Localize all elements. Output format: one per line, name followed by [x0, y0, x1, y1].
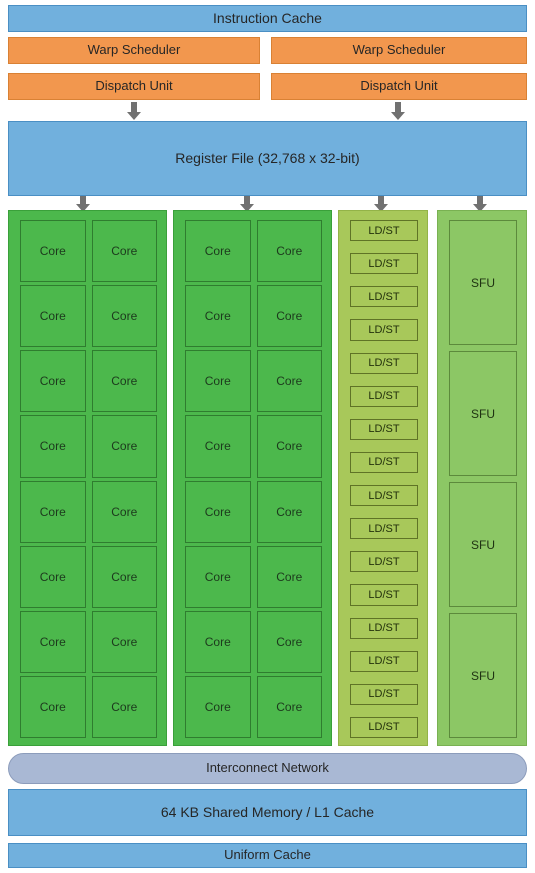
core-unit: Core — [185, 220, 251, 283]
core-unit: Core — [256, 220, 322, 283]
ldst-unit: LD/ST — [350, 485, 418, 507]
ldst-unit: LD/ST — [350, 385, 418, 407]
core-unit: Core — [91, 675, 157, 738]
ldst-unit: LD/ST — [350, 551, 418, 573]
core-unit: Core — [256, 675, 322, 738]
ldst-unit: LD/ST — [350, 518, 418, 540]
core-unit: Core — [20, 285, 86, 348]
core-unit: Core — [91, 610, 157, 673]
core-unit: Core — [91, 545, 157, 608]
dispatch-unit-right: Dispatch Unit — [271, 73, 527, 100]
core-unit: Core — [256, 285, 322, 348]
core-unit: Core — [256, 610, 322, 673]
core-unit: Core — [20, 545, 86, 608]
core-unit: Core — [91, 415, 157, 478]
sfu-unit: SFU — [449, 482, 517, 607]
sfu-unit: SFU — [449, 613, 517, 738]
ldst-unit: LD/ST — [350, 716, 418, 738]
core-unit: Core — [91, 480, 157, 543]
ldst-unit: LD/ST — [350, 418, 418, 440]
ldst-unit: LD/ST — [350, 319, 418, 341]
core-unit: Core — [20, 415, 86, 478]
core-unit: Core — [20, 350, 86, 413]
core-unit: Core — [20, 220, 86, 283]
dispatch-unit-left: Dispatch Unit — [8, 73, 260, 100]
ldst-unit: LD/ST — [350, 286, 418, 308]
ldst-unit: LD/ST — [350, 253, 418, 275]
core-unit: Core — [256, 415, 322, 478]
core-unit: Core — [20, 610, 86, 673]
core-unit: Core — [256, 350, 322, 413]
arrow-dispatch-right-to-register-file — [391, 102, 405, 120]
core-unit: Core — [185, 415, 251, 478]
core-unit: Core — [256, 480, 322, 543]
ldst-unit: LD/ST — [350, 617, 418, 639]
uniform-cache-block: Uniform Cache — [8, 843, 527, 868]
core-unit: Core — [185, 675, 251, 738]
core-unit: Core — [185, 545, 251, 608]
arrow-dispatch-left-to-register-file — [127, 102, 141, 120]
core-unit: Core — [256, 545, 322, 608]
core-group-2-panel: Core Core Core Core Core Core Core Core Core Core… — [173, 210, 332, 746]
core-group-1-panel: Core Core Core Core Core Core Core Core Core Core… — [8, 210, 167, 746]
ldst-unit: LD/ST — [350, 650, 418, 672]
ldst-unit: LD/ST — [350, 451, 418, 473]
ldst-unit: LD/ST — [350, 352, 418, 374]
sfu-unit: SFU — [449, 351, 517, 476]
core-unit: Core — [185, 480, 251, 543]
warp-scheduler-left: Warp Scheduler — [8, 37, 260, 64]
ldst-unit: LD/ST — [350, 220, 418, 242]
core-unit: Core — [20, 480, 86, 543]
core-unit: Core — [185, 285, 251, 348]
instruction-cache-block: Instruction Cache — [8, 5, 527, 32]
sfu-unit: SFU — [449, 220, 517, 345]
core-unit: Core — [91, 220, 157, 283]
streaming-multiprocessor-diagram: Instruction Cache Warp Scheduler Warp Sc… — [0, 0, 535, 873]
register-file-block: Register File (32,768 x 32-bit) — [8, 121, 527, 196]
core-unit: Core — [185, 610, 251, 673]
shared-memory-l1-cache-block: 64 KB Shared Memory / L1 Cache — [8, 789, 527, 836]
ldst-unit: LD/ST — [350, 584, 418, 606]
ldst-unit: LD/ST — [350, 683, 418, 705]
core-unit: Core — [91, 350, 157, 413]
core-unit: Core — [185, 350, 251, 413]
core-unit: Core — [20, 675, 86, 738]
core-unit: Core — [91, 285, 157, 348]
warp-scheduler-right: Warp Scheduler — [271, 37, 527, 64]
interconnect-network-block: Interconnect Network — [8, 753, 527, 784]
sfu-group-panel: SFU SFU SFU SFU — [437, 210, 527, 746]
ldst-group-panel: LD/ST LD/ST LD/ST LD/ST LD/ST LD/ST LD/ST LD/ST… — [338, 210, 428, 746]
